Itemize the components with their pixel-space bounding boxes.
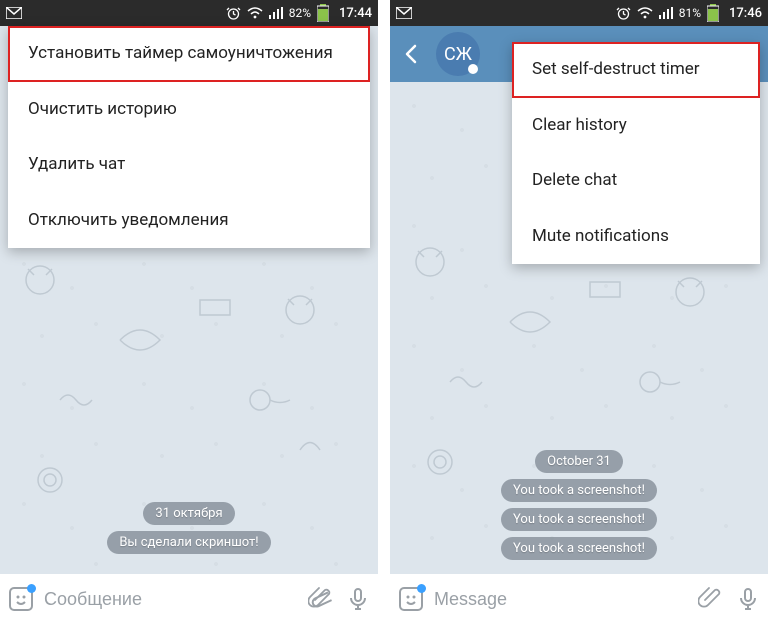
attach-icon[interactable]: [698, 587, 722, 611]
signal-icon: [659, 7, 673, 19]
sticker-badge: [417, 584, 426, 593]
message-input-bar: [0, 574, 378, 624]
menu-item-delete-chat[interactable]: Delete chat: [512, 153, 760, 209]
menu-item-self-destruct[interactable]: Set self-destruct timer: [512, 42, 760, 98]
wifi-icon: [637, 7, 653, 19]
screenshot-bubble: You took a screenshot!: [501, 537, 657, 560]
message-input[interactable]: [434, 589, 688, 610]
attach-icon[interactable]: [308, 587, 332, 611]
sticker-badge: [27, 584, 36, 593]
clock-time: 17:46: [729, 6, 762, 21]
online-dot: [468, 64, 478, 74]
alarm-icon: [616, 6, 631, 21]
mic-icon[interactable]: [736, 587, 760, 611]
service-messages: October 31 You took a screenshot! You to…: [390, 450, 768, 560]
battery-percent: 81%: [679, 6, 701, 20]
screenshot-bubble: You took a screenshot!: [501, 508, 657, 531]
mail-icon: [396, 7, 412, 19]
message-input[interactable]: [44, 589, 298, 610]
mic-icon[interactable]: [346, 587, 370, 611]
status-bar: 81% 17:46: [390, 0, 768, 26]
phone-left: 82% 17:44 Установить таймер самоуничтоже…: [0, 0, 378, 624]
menu-item-self-destruct[interactable]: Установить таймер самоуничтожения: [8, 26, 370, 82]
menu-item-clear-history[interactable]: Clear history: [512, 98, 760, 154]
phone-right: 81% 17:46 СЖ Set self-destruct timer: [390, 0, 768, 624]
menu-item-mute[interactable]: Отключить уведомления: [8, 193, 370, 249]
date-bubble: October 31: [535, 450, 623, 473]
battery-icon: [707, 4, 719, 22]
sticker-icon[interactable]: [398, 586, 424, 612]
service-messages: 31 октября Вы сделали скриншот!: [0, 502, 378, 554]
context-menu: Установить таймер самоуничтожения Очисти…: [8, 26, 370, 248]
screenshot-bubble: You took a screenshot!: [501, 479, 657, 502]
sticker-icon[interactable]: [8, 586, 34, 612]
context-menu: Set self-destruct timer Clear history De…: [512, 42, 760, 264]
menu-item-clear-history[interactable]: Очистить историю: [8, 82, 370, 138]
menu-item-delete-chat[interactable]: Удалить чат: [8, 137, 370, 193]
message-input-bar: [390, 574, 768, 624]
menu-item-mute[interactable]: Mute notifications: [512, 209, 760, 265]
avatar[interactable]: СЖ: [436, 32, 480, 76]
avatar-initials: СЖ: [444, 44, 472, 65]
back-icon[interactable]: [398, 40, 426, 68]
screenshot-bubble: Вы сделали скриншот!: [107, 531, 270, 554]
date-bubble: 31 октября: [143, 502, 234, 525]
